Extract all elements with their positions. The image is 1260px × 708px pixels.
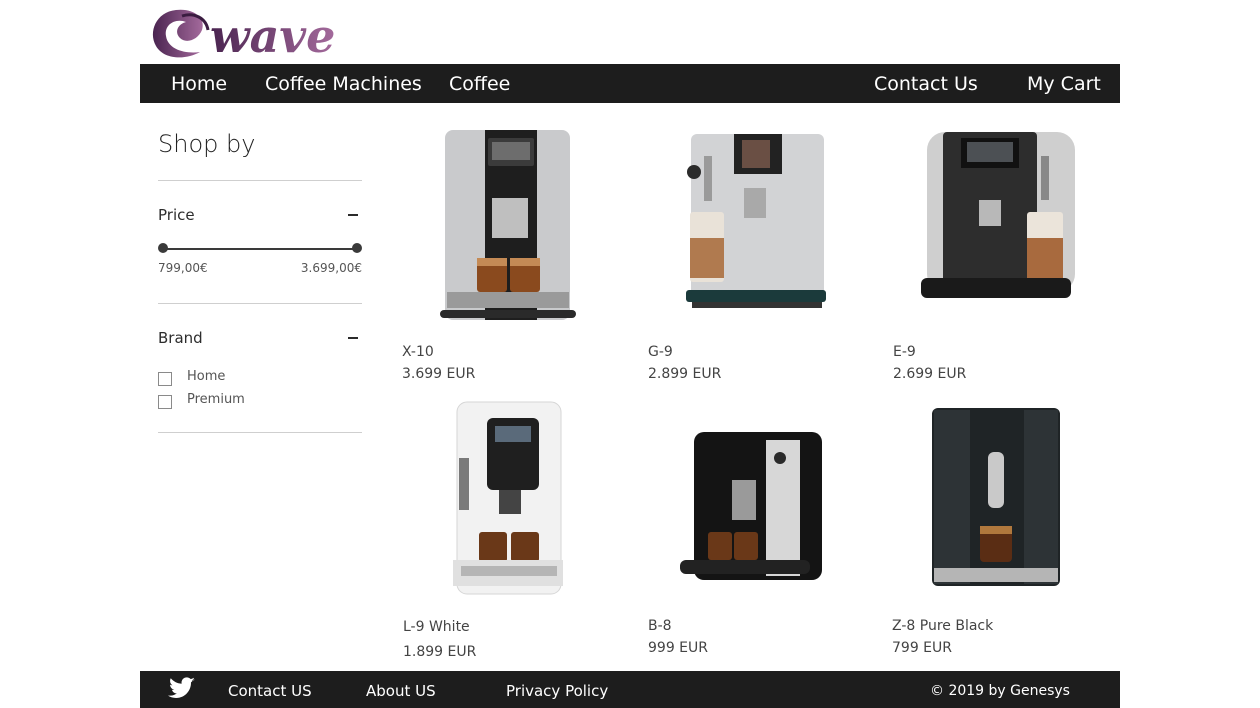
price-slider-max-handle[interactable]	[352, 243, 362, 253]
product-name[interactable]: G-9	[648, 344, 673, 360]
divider	[158, 432, 362, 433]
collapse-price-icon[interactable]	[348, 214, 358, 216]
coffee-machine-image	[686, 134, 826, 308]
footer-about-us[interactable]: About US	[366, 682, 436, 700]
brand-option-home[interactable]: Home	[158, 369, 278, 387]
footer-privacy-policy[interactable]: Privacy Policy	[506, 682, 608, 700]
product-card[interactable]: B-8 999 EUR	[646, 400, 866, 670]
brand-option-premium[interactable]: Premium	[158, 392, 278, 410]
product-card[interactable]: G-9 2.899 EUR	[646, 128, 866, 398]
product-name[interactable]: E-9	[893, 344, 916, 360]
price-max-label: 3.699,00€	[300, 261, 362, 275]
product-price: 999 EUR	[648, 640, 708, 656]
product-card[interactable]: E-9 2.699 EUR	[891, 128, 1111, 398]
product-card[interactable]: Z-8 Pure Black 799 EUR	[890, 400, 1110, 670]
divider	[158, 303, 362, 304]
product-card[interactable]: L-9 White 1.899 EUR	[401, 400, 621, 670]
product-name[interactable]: L-9 White	[403, 619, 470, 635]
product-name[interactable]: X-10	[402, 344, 434, 360]
price-min-label: 799,00€	[158, 261, 208, 275]
nav-coffee-machines[interactable]: Coffee Machines	[265, 73, 422, 95]
brand-option-label: Premium	[187, 392, 245, 407]
brand-filter-label: Brand	[158, 329, 203, 347]
wave-logo-graphic: wave	[152, 9, 335, 63]
site-footer: Contact US About US Privacy Policy © 201…	[140, 671, 1120, 708]
shop-by-heading: Shop by	[158, 130, 256, 158]
logo-text: wave	[210, 9, 335, 62]
main-nav: Home Coffee Machines Coffee Contact Us M…	[140, 64, 1120, 103]
coffee-machine-image	[921, 132, 1075, 298]
brand-home-checkbox[interactable]	[158, 372, 172, 386]
price-slider-track[interactable]	[163, 248, 357, 250]
price-slider-min-handle[interactable]	[158, 243, 168, 253]
product-name[interactable]: B-8	[648, 618, 672, 634]
price-filter-label: Price	[158, 206, 195, 224]
divider	[158, 180, 362, 181]
coffee-machine-image	[453, 401, 563, 595]
coffee-machine-image	[932, 408, 1060, 586]
product-price: 2.899 EUR	[648, 366, 722, 382]
product-name[interactable]: Z-8 Pure Black	[892, 618, 993, 634]
brand-premium-checkbox[interactable]	[158, 395, 172, 409]
product-card[interactable]: X-10 3.699 EUR	[400, 128, 620, 398]
product-price: 1.899 EUR	[403, 644, 477, 660]
brand-option-label: Home	[187, 369, 226, 384]
footer-contact-us[interactable]: Contact US	[228, 682, 312, 700]
coffee-machine-image	[440, 130, 576, 320]
collapse-brand-icon[interactable]	[348, 337, 358, 339]
coffee-machine-image	[680, 432, 822, 580]
nav-my-cart[interactable]: My Cart	[1027, 73, 1101, 95]
product-price: 799 EUR	[892, 640, 952, 656]
wave-logo[interactable]: wave	[146, 2, 380, 63]
twitter-icon[interactable]	[168, 677, 196, 701]
nav-contact-us[interactable]: Contact Us	[874, 73, 978, 95]
product-price: 2.699 EUR	[893, 366, 967, 382]
nav-coffee[interactable]: Coffee	[449, 73, 510, 95]
nav-home[interactable]: Home	[171, 73, 227, 95]
copyright-text: © 2019 by Genesys	[930, 683, 1070, 699]
product-price: 3.699 EUR	[402, 366, 476, 382]
